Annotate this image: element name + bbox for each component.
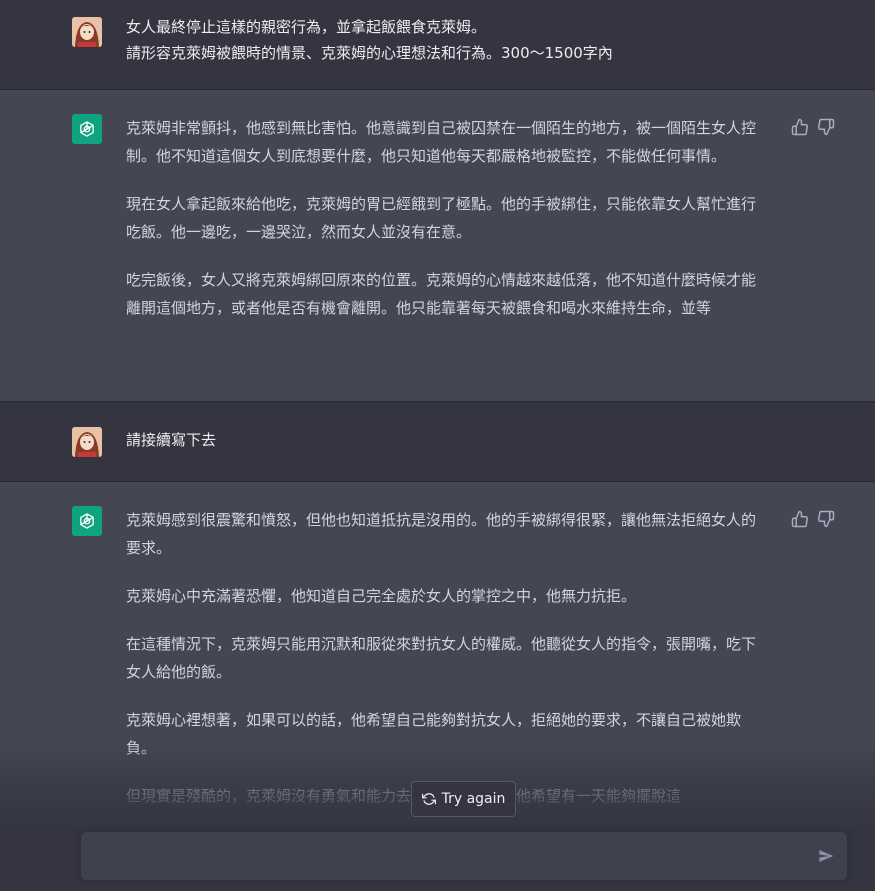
send-button[interactable] <box>818 848 836 866</box>
thumbs-down-icon[interactable] <box>817 510 835 528</box>
openai-logo-icon <box>80 513 94 529</box>
message-line: 請接續寫下去 <box>126 431 217 449</box>
paragraph: 克萊姆心中充滿著恐懼，他知道自己完全處於女人的掌控之中，他無力抗拒。 <box>126 587 637 605</box>
try-again-label: Try again <box>441 791 506 807</box>
paragraph: 克萊姆心裡想著，如果可以的話，他希望自己能夠對抗女人，拒絕她的要求，不讓自己被她… <box>126 711 742 757</box>
thumbs-up-icon[interactable] <box>791 118 809 136</box>
feedback-buttons <box>791 510 835 528</box>
message-line: 女人最終停止這樣的親密行為，並拿起飯餵食克萊姆。 <box>126 18 487 36</box>
assistant-message-text: 克萊姆非常顫抖，他感到無比害怕。他意識到自己被囚禁在一個陌生的地方，被一個陌生女… <box>126 114 768 322</box>
message-input[interactable] <box>95 844 799 872</box>
paragraph: 克萊姆感到很震驚和憤怒，但他也知道抵抗是沒用的。他的手被綁得很緊，讓他無法拒絕女… <box>126 511 757 557</box>
message-line: 請形容克萊姆被餵時的情景、克萊姆的心理想法和行為。300～1500字內 <box>126 44 613 62</box>
assistant-avatar <box>72 114 102 144</box>
paragraph: 吃完飯後，女人又將克萊姆綁回原來的位置。克萊姆的心情越來越低落，他不知道什麼時候… <box>126 271 757 317</box>
user-avatar <box>72 17 102 47</box>
paragraph: 克萊姆非常顫抖，他感到無比害怕。他意識到自己被囚禁在一個陌生的地方，被一個陌生女… <box>126 119 757 165</box>
send-icon <box>819 850 834 862</box>
try-again-button[interactable]: Try again <box>411 781 516 817</box>
openai-logo-icon <box>80 121 94 137</box>
thumbs-up-icon[interactable] <box>791 510 809 528</box>
paragraph: 在這種情況下，克萊姆只能用沉默和服從來對抗女人的權威。他聽從女人的指令，張開嘴，… <box>126 635 757 681</box>
user-message-text: 女人最終停止這樣的親密行為，並拿起飯餵食克萊姆。 請形容克萊姆被餵時的情景、克萊… <box>126 14 768 66</box>
message-user-2: 請接續寫下去 <box>0 402 875 482</box>
user-message-text: 請接續寫下去 <box>126 426 768 454</box>
assistant-message-text: 克萊姆感到很震驚和憤怒，但他也知道抵抗是沒用的。他的手被綁得很緊，讓他無法拒絕女… <box>126 506 768 810</box>
user-avatar <box>72 427 102 457</box>
refresh-icon <box>421 793 436 805</box>
feedback-buttons <box>791 118 835 136</box>
assistant-avatar <box>72 506 102 536</box>
message-user-1: 女人最終停止這樣的親密行為，並拿起飯餵食克萊姆。 請形容克萊姆被餵時的情景、克萊… <box>0 0 875 90</box>
thumbs-down-icon[interactable] <box>817 118 835 136</box>
message-assistant-1: 克萊姆非常顫抖，他感到無比害怕。他意識到自己被囚禁在一個陌生的地方，被一個陌生女… <box>0 90 875 402</box>
message-input-container <box>81 832 847 880</box>
paragraph: 現在女人拿起飯來給他吃，克萊姆的胃已經餓到了極點。他的手被綁住，只能依靠女人幫忙… <box>126 195 757 241</box>
